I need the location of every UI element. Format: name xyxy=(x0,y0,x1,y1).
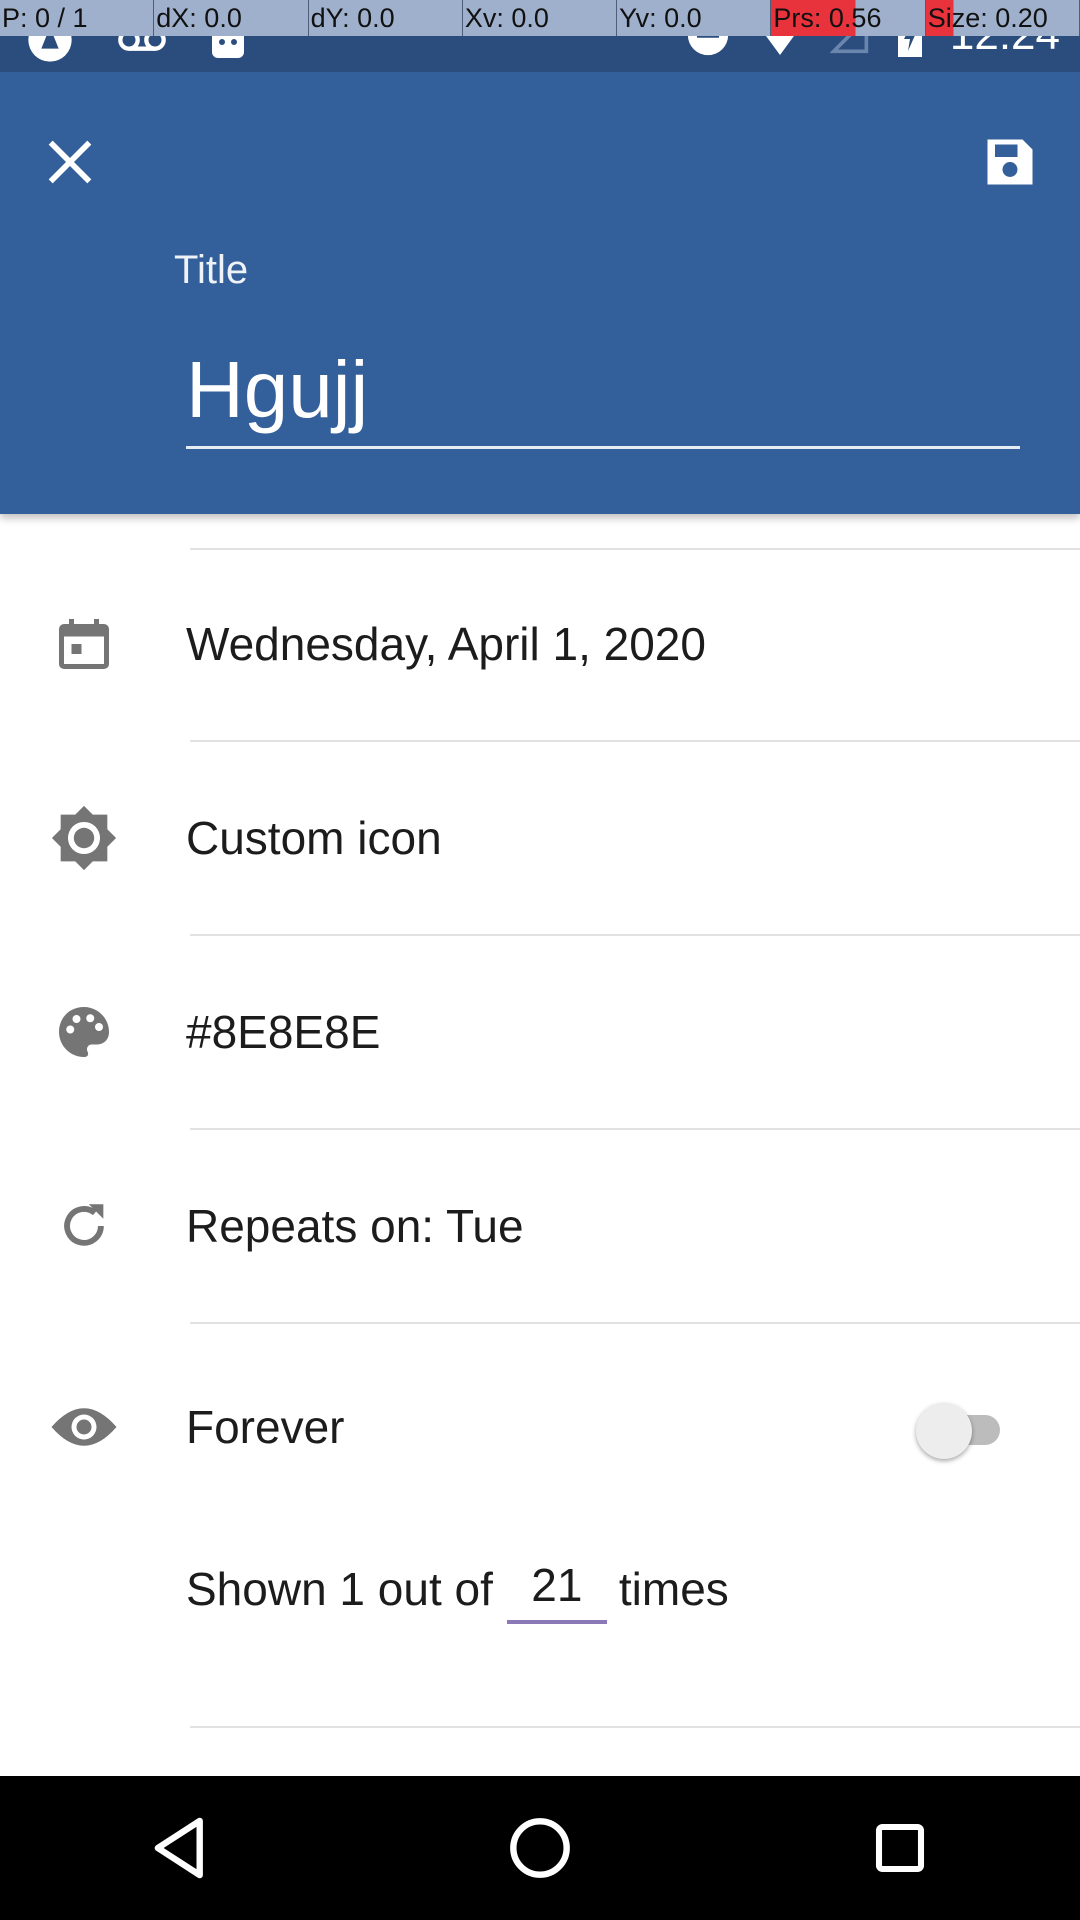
recents-button[interactable] xyxy=(840,1788,960,1908)
toggle-thumb xyxy=(916,1403,972,1459)
times-count-input[interactable] xyxy=(506,1554,607,1624)
overlay-pointer: P: 0 / 1 xyxy=(0,0,155,36)
repeat-label: Repeats on: Tue xyxy=(186,1200,524,1252)
shown-count-row: Shown 1 out of times xyxy=(186,1554,729,1624)
color-row[interactable]: #8E8E8E xyxy=(0,936,1080,1128)
forever-toggle[interactable] xyxy=(916,1397,1000,1459)
close-button[interactable] xyxy=(44,122,96,202)
pointer-location-overlay: P: 0 / 1 dX: 0.0 dY: 0.0 Xv: 0.0 Yv: 0.0… xyxy=(0,0,1080,36)
save-button[interactable] xyxy=(970,122,1050,202)
forever-label: Forever xyxy=(186,1401,345,1453)
overlay-yv: Yv: 0.0 xyxy=(617,0,772,36)
divider xyxy=(190,1726,1080,1728)
overlay-xv: Xv: 0.0 xyxy=(463,0,618,36)
navigation-bar xyxy=(0,1776,1080,1920)
shown-prefix: Shown 1 out of xyxy=(186,1563,493,1615)
save-icon xyxy=(987,139,1033,185)
home-icon xyxy=(510,1818,570,1878)
overlay-dx: dX: 0.0 xyxy=(154,0,309,36)
date-row[interactable]: Wednesday, April 1, 2020 xyxy=(0,548,1080,740)
back-button[interactable] xyxy=(120,1788,240,1908)
date-label: Wednesday, April 1, 2020 xyxy=(186,618,706,670)
title-input[interactable] xyxy=(186,334,1020,449)
custom-icon-row[interactable]: Custom icon xyxy=(0,742,1080,934)
overlay-size: Size: 0.20 xyxy=(925,0,1080,36)
home-button[interactable] xyxy=(480,1788,600,1908)
repeat-row[interactable]: Repeats on: Tue xyxy=(0,1130,1080,1322)
repeat-icon xyxy=(46,1188,122,1264)
palette-icon xyxy=(46,994,122,1070)
recents-icon xyxy=(875,1823,925,1873)
color-label: #8E8E8E xyxy=(186,1006,381,1058)
gear-icon xyxy=(46,800,122,876)
overlay-pressure: Prs: 0.56 xyxy=(771,0,926,36)
calendar-icon xyxy=(46,606,122,682)
app-bar: Title xyxy=(0,72,1080,514)
back-icon xyxy=(154,1817,203,1879)
title-field-label: Title xyxy=(174,248,249,292)
shown-suffix: times xyxy=(618,1563,729,1615)
eye-icon xyxy=(46,1389,122,1465)
custom-icon-label: Custom icon xyxy=(186,812,442,864)
overlay-dy: dY: 0.0 xyxy=(309,0,463,36)
forever-row[interactable]: Forever xyxy=(0,1324,1080,1530)
close-icon xyxy=(48,140,92,184)
